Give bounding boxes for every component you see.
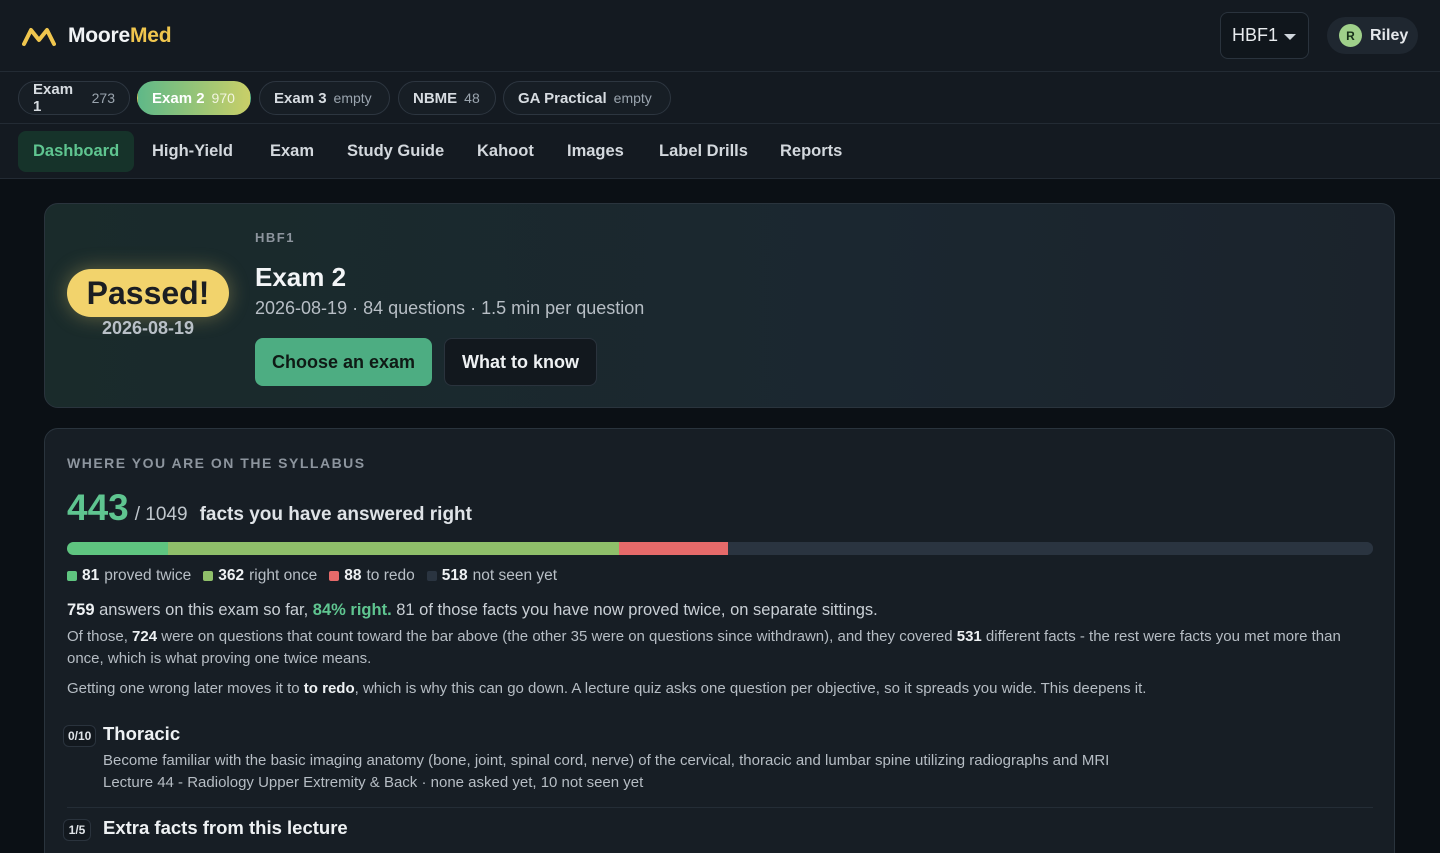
brand-name-part1: Moore <box>68 24 131 47</box>
exam-meta: 2026-08-19 · 84 questions · 1.5 min per … <box>255 298 645 318</box>
progress-segment-to-redo <box>619 542 728 555</box>
nav-exam[interactable]: Exam <box>255 131 329 172</box>
legend-label: not seen yet <box>472 567 558 584</box>
choose-exam-button[interactable]: Choose an exam <box>255 338 432 386</box>
hero-course-label: HBF1 <box>255 230 295 245</box>
legend-label: to redo <box>366 567 415 584</box>
exam-tabs: Exam 1 273 Exam 2 970 Exam 3 empty NBME … <box>0 72 1440 124</box>
user-menu[interactable]: R Riley <box>1327 17 1418 54</box>
nav-dashboard[interactable]: Dashboard <box>18 131 135 172</box>
distinct-facts: 531 <box>956 628 982 645</box>
nav-images[interactable]: Images <box>552 131 639 172</box>
explainer-text: , which is why this can go down. A lectu… <box>354 680 1147 697</box>
total-facts: / 1049 <box>134 504 188 525</box>
progress-legend: 81 proved twice 362 right once 88 to red… <box>67 567 557 585</box>
progress-segment-not-seen <box>728 542 1373 555</box>
avatar: R <box>1339 24 1362 47</box>
divider <box>67 807 1373 808</box>
answers-text-2: 81 of those facts you have now proved tw… <box>391 601 878 619</box>
answers-count: 759 <box>67 601 95 619</box>
syllabus-progress-bar <box>67 542 1373 555</box>
legend-label: proved twice <box>104 567 192 584</box>
exam-tab-count: empty <box>333 90 372 106</box>
objective-title: Extra facts from this lecture <box>103 817 348 838</box>
nav-high-yield[interactable]: High-Yield <box>137 131 248 172</box>
legend-value: 518 <box>441 567 468 584</box>
legend-proved-twice: 81 proved twice <box>67 567 191 585</box>
accuracy-percent: 84% right. <box>312 601 392 619</box>
exam-tab-ga-practical[interactable]: GA Practical empty <box>503 81 671 115</box>
progress-segment-proved-twice <box>67 542 168 555</box>
answers-text: answers on this exam so far, <box>94 601 313 619</box>
caret-down-icon <box>1284 34 1296 40</box>
course-select[interactable]: HBF1 <box>1220 12 1309 59</box>
redo-explainer: Getting one wrong later moves it to to r… <box>67 678 1367 700</box>
exam-hero-card: Passed! 2026-08-19 HBF1 Exam 2 2026-08-1… <box>44 203 1395 408</box>
page-title: Exam 2 <box>255 262 347 292</box>
legend-to-redo: 88 to redo <box>329 567 415 585</box>
objective-progress-badge: 1/5 <box>63 819 91 841</box>
exam-tab-count: empty <box>613 90 652 106</box>
legend-value: 362 <box>218 567 245 584</box>
legend-swatch <box>67 571 77 581</box>
legend-value: 81 <box>82 567 100 584</box>
exam-tab-count: 273 <box>91 90 115 106</box>
main-nav: Dashboard High-Yield Exam Study Guide Ka… <box>0 124 1440 179</box>
nav-kahoot[interactable]: Kahoot <box>462 131 549 172</box>
coverage-explainer: Of those, 724 were on questions that cou… <box>67 626 1367 670</box>
objective-meta: Lecture 44 - Radiology Upper Extremity &… <box>103 774 644 791</box>
explainer-text: were on questions that count toward the … <box>157 628 957 645</box>
objective-description: Become familiar with the basic imaging a… <box>103 752 1110 769</box>
exam-tab-exam-1[interactable]: Exam 1 273 <box>18 81 130 115</box>
exam-tab-label: Exam 1 <box>33 81 74 115</box>
exam-tab-label: NBME <box>413 89 458 107</box>
m-logo-icon <box>22 28 56 46</box>
answered-right-count: 443 <box>67 487 129 528</box>
nav-label-drills[interactable]: Label Drills <box>644 131 763 172</box>
course-select-value: HBF1 <box>1232 25 1279 45</box>
exam-tab-label: GA Practical <box>518 89 607 107</box>
counted-answers: 724 <box>132 628 158 645</box>
answers-summary: 759 answers on this exam so far, 84% rig… <box>67 599 1367 622</box>
exam-tab-count: 970 <box>211 90 235 106</box>
legend-value: 88 <box>344 567 362 584</box>
syllabus-heading: WHERE YOU ARE ON THE SYLLABUS <box>67 455 366 471</box>
nav-study-guide[interactable]: Study Guide <box>332 131 459 172</box>
exam-tab-exam-3[interactable]: Exam 3 empty <box>259 81 390 115</box>
objective-title: Thoracic <box>103 723 181 744</box>
legend-swatch <box>426 571 437 581</box>
exam-tab-label: Exam 2 <box>152 89 205 107</box>
facts-caption: facts you have answered right <box>199 504 472 525</box>
explainer-text: Getting one wrong later moves it to <box>67 680 304 697</box>
legend-right-once: 362 right once <box>203 567 317 585</box>
facts-summary: 443 / 1049 facts you have answered right <box>67 487 472 529</box>
what-to-know-button[interactable]: What to know <box>444 338 597 386</box>
exam-tab-count: 48 <box>464 90 480 106</box>
legend-swatch <box>203 571 214 581</box>
progress-segment-right-once <box>168 542 619 555</box>
passed-badge: Passed! <box>67 269 229 317</box>
syllabus-card: WHERE YOU ARE ON THE SYLLABUS 443 / 1049… <box>44 428 1395 853</box>
user-name: Riley <box>1370 26 1409 44</box>
exam-tab-exam-2[interactable]: Exam 2 970 <box>137 81 251 115</box>
passed-date: 2026-08-19 <box>101 318 195 338</box>
explainer-text: Of those, <box>67 628 133 645</box>
brand-name: MooreMed <box>68 24 172 48</box>
brand-name-part2: Med <box>130 24 172 47</box>
legend-swatch <box>329 571 340 581</box>
exam-tab-nbme[interactable]: NBME 48 <box>398 81 496 115</box>
top-bar: MooreMed HBF1 R Riley <box>0 0 1440 72</box>
to-redo-term: to redo <box>303 680 355 697</box>
objective-progress-badge: 0/10 <box>63 725 97 747</box>
legend-label: right once <box>249 567 318 584</box>
exam-tab-label: Exam 3 <box>274 89 327 107</box>
brand[interactable]: MooreMed <box>22 22 172 50</box>
nav-reports[interactable]: Reports <box>765 131 857 172</box>
legend-not-seen: 518 not seen yet <box>426 567 558 585</box>
